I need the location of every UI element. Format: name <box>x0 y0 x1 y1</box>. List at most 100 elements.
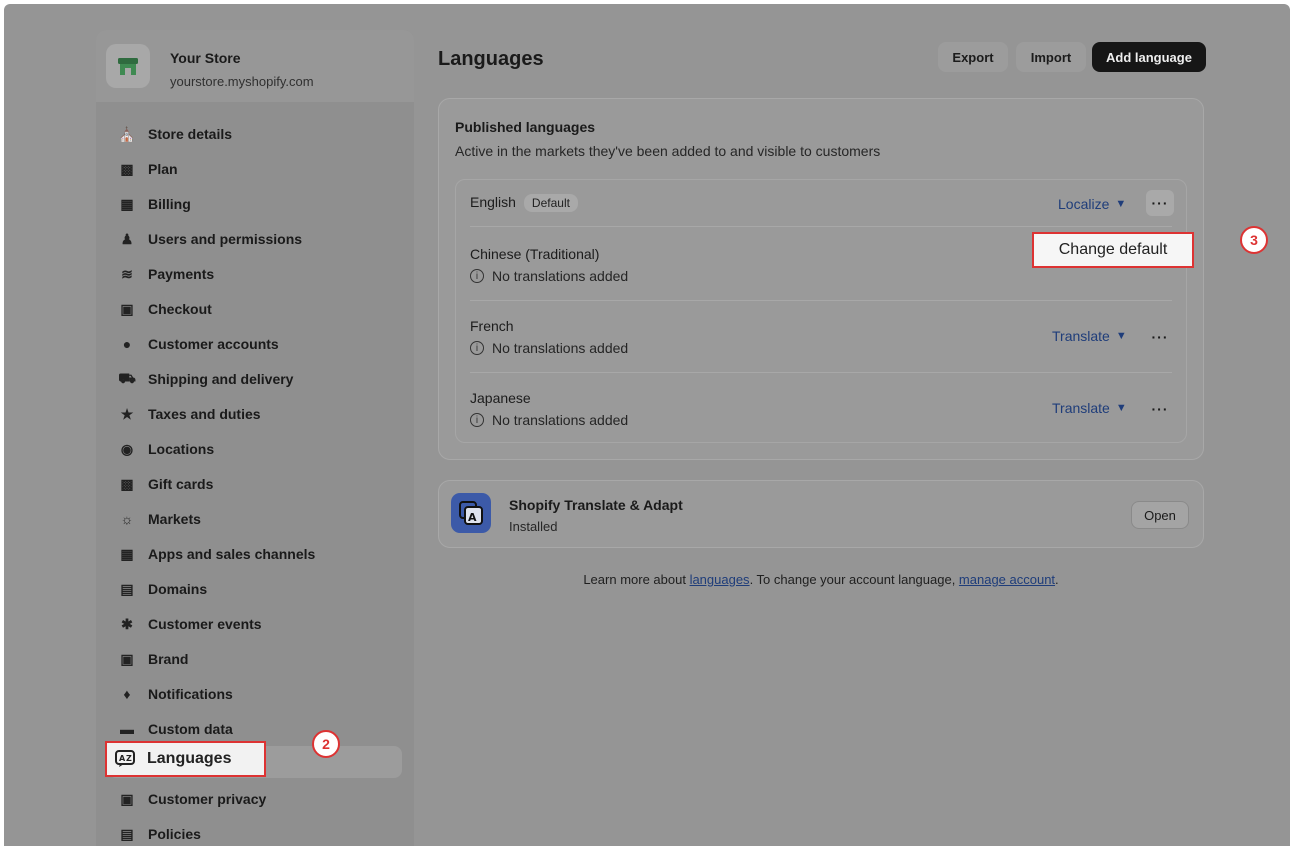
language-name: English Default <box>470 194 578 212</box>
truck-icon: ⛟ <box>118 369 136 386</box>
svg-text:Z: Z <box>126 754 132 763</box>
gift-card-icon: ▩ <box>120 475 134 492</box>
dimmed-overlay: Your Store yourstore.myshopify.com ⛪ Stor… <box>4 4 1290 846</box>
translation-note: i No translations added <box>470 340 628 356</box>
translate-label: Translate <box>1052 400 1110 416</box>
more-actions-button[interactable]: ··· <box>1146 324 1174 350</box>
language-name: French <box>470 318 514 334</box>
default-badge: Default <box>523 194 578 212</box>
sidebar-item-label: Customer accounts <box>148 336 279 352</box>
localize-label: Localize <box>1058 196 1110 212</box>
translation-note: i No translations added <box>470 412 628 428</box>
card-subtitle: Active in the markets they've been added… <box>455 143 881 159</box>
more-actions-button[interactable]: ··· <box>1146 190 1174 216</box>
sidebar-item-label: Markets <box>148 511 201 527</box>
sidebar-item-label: Customer events <box>148 616 262 632</box>
language-row-japanese: Japanese i No translations added Translat… <box>456 372 1186 442</box>
sidebar-item-gift-cards[interactable]: ▩ Gift cards <box>108 468 402 500</box>
footer-text: . To change your account language, <box>749 572 959 587</box>
footer-text: . <box>1055 572 1059 587</box>
sidebar-item-label: Domains <box>148 581 208 597</box>
divider <box>470 226 1172 227</box>
published-languages-card: Published languages Active in the market… <box>438 98 1204 460</box>
open-app-button[interactable]: Open <box>1131 501 1189 529</box>
translate-app-icon: A <box>451 493 491 533</box>
payments-icon: ≋ <box>121 265 133 282</box>
sidebar-item-customer-events[interactable]: ✱ Customer events <box>108 608 402 640</box>
sidebar-item-notifications[interactable]: ♦ Notifications <box>108 678 402 710</box>
info-icon: i <box>470 413 484 427</box>
import-button[interactable]: Import <box>1016 42 1086 72</box>
users-icon: ♟ <box>120 230 134 247</box>
sidebar-item-policies[interactable]: ▤ Policies <box>108 818 402 846</box>
store-header[interactable]: Your Store yourstore.myshopify.com <box>96 30 414 102</box>
languages-link[interactable]: languages <box>690 572 750 587</box>
sidebar-item-users[interactable]: ♟ Users and permissions <box>108 223 402 255</box>
sidebar-item-label: Locations <box>148 441 215 457</box>
sidebar-item-label: Brand <box>148 651 189 667</box>
sidebar-item-label: Custom data <box>148 721 233 737</box>
localize-dropdown[interactable]: Localize ▼ <box>1058 196 1126 212</box>
sidebar-item-label: Customer privacy <box>148 791 267 807</box>
sidebar-item-store-details[interactable]: ⛪ Store details <box>108 118 402 150</box>
sidebar-item-domains[interactable]: ▤ Domains <box>108 573 402 605</box>
translate-dropdown[interactable]: Translate ▼ <box>1052 400 1127 416</box>
store-url: yourstore.myshopify.com <box>170 74 314 89</box>
cursor-icon: ✱ <box>121 615 133 632</box>
app-status: Installed <box>509 519 558 534</box>
language-name: Chinese (Traditional) <box>470 246 600 262</box>
sidebar-item-label: Apps and sales channels <box>148 546 316 562</box>
step-2-badge: 2 <box>312 730 340 758</box>
sidebar-item-checkout[interactable]: ▣ Checkout <box>108 293 402 325</box>
sidebar-item-label: Store details <box>148 126 233 142</box>
globe-icon: ☼ <box>120 511 134 527</box>
sidebar-item-customer-accounts[interactable]: ● Customer accounts <box>108 328 402 360</box>
svg-text:A: A <box>468 511 477 524</box>
store-name: Your Store <box>170 50 241 66</box>
language-row-english: English Default Localize ▼ ··· <box>456 180 1186 226</box>
sidebar-item-label: Notifications <box>148 686 233 702</box>
page-title: Languages <box>438 48 544 70</box>
language-name: Japanese <box>470 390 531 406</box>
lock-icon: ▣ <box>120 790 134 807</box>
sidebar-item-languages[interactable]: AZ Languages <box>105 741 266 777</box>
chevron-down-icon: ▼ <box>1115 402 1127 414</box>
export-button[interactable]: Export <box>938 42 1008 72</box>
more-actions-button[interactable]: ··· <box>1146 396 1174 422</box>
receipt-icon: ▦ <box>120 195 134 212</box>
sidebar-item-plan[interactable]: ▩ Plan <box>108 153 402 185</box>
sidebar-item-payments[interactable]: ≋ Payments <box>108 258 402 290</box>
store-logo-icon <box>106 44 150 88</box>
translate-dropdown[interactable]: Translate ▼ <box>1052 328 1127 344</box>
translation-note: i No translations added <box>470 268 628 284</box>
language-name-text: English <box>470 194 516 210</box>
data-icon: ▬ <box>120 721 134 737</box>
sidebar-item-taxes[interactable]: ★ Taxes and duties <box>108 398 402 430</box>
sidebar-item-markets[interactable]: ☼ Markets <box>108 503 402 535</box>
add-language-button[interactable]: Add language <box>1092 42 1206 72</box>
note-text: No translations added <box>492 268 629 284</box>
language-row-french: French i No translations added Translate ▼… <box>456 300 1186 372</box>
sidebar-item-label: Payments <box>148 266 215 282</box>
sidebar-item-brand[interactable]: ▣ Brand <box>108 643 402 675</box>
sidebar-item-customer-privacy[interactable]: ▣ Customer privacy <box>108 783 402 815</box>
policy-icon: ▤ <box>120 825 134 842</box>
card-title: Published languages <box>455 119 596 135</box>
sidebar-item-apps[interactable]: ▦ Apps and sales channels <box>108 538 402 570</box>
sidebar-item-locations[interactable]: ◉ Locations <box>108 433 402 465</box>
sidebar-item-shipping[interactable]: ⛟ Shipping and delivery <box>108 363 402 395</box>
sidebar-item-billing[interactable]: ▦ Billing <box>108 188 402 220</box>
divider <box>470 300 1172 301</box>
pin-icon: ◉ <box>120 440 134 457</box>
languages-list: English Default Localize ▼ ··· Chinese (Tr… <box>455 179 1187 443</box>
change-default-menu-item[interactable]: Change default <box>1032 232 1194 268</box>
manage-account-link[interactable]: manage account <box>959 572 1055 587</box>
person-icon: ● <box>122 336 132 352</box>
sidebar-item-label: Checkout <box>148 301 212 317</box>
app-name: Shopify Translate & Adapt <box>509 497 683 513</box>
sidebar-item-label: Gift cards <box>148 476 214 492</box>
tax-icon: ★ <box>120 405 134 422</box>
language-icon: AZ <box>115 750 135 768</box>
apps-icon: ▦ <box>120 545 134 562</box>
chevron-down-icon: ▼ <box>1115 330 1127 342</box>
